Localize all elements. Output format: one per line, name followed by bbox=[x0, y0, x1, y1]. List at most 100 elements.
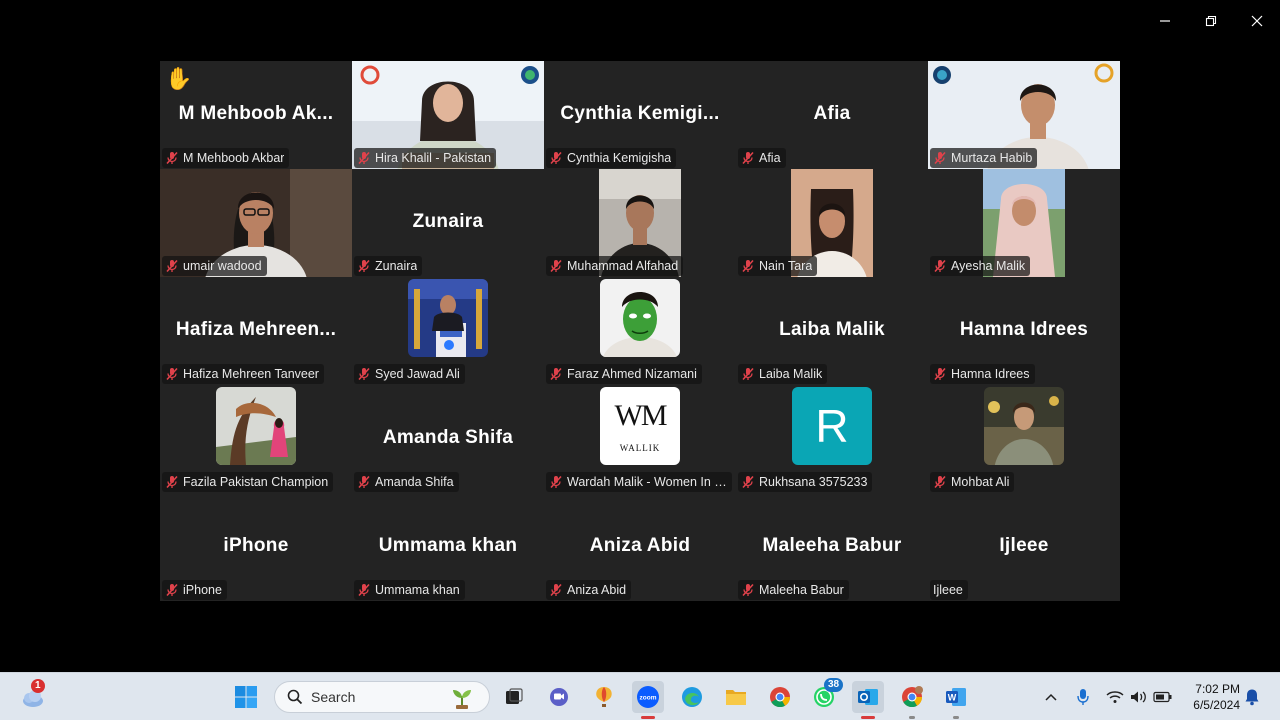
whatsapp-button[interactable]: 38 bbox=[808, 678, 844, 713]
windows-icon bbox=[235, 686, 257, 708]
participant-name-label: Afia bbox=[738, 148, 786, 168]
participant-tile[interactable]: Faraz Ahmed Nizamani bbox=[544, 277, 736, 385]
participant-tile[interactable]: Mohbat Ali bbox=[928, 385, 1120, 493]
file-explorer-button[interactable] bbox=[720, 681, 752, 713]
participant-tile[interactable]: iPhone iPhone bbox=[160, 493, 352, 601]
outlook-button[interactable] bbox=[852, 681, 884, 719]
muted-microphone-icon bbox=[550, 151, 562, 165]
running-indicator bbox=[909, 716, 915, 719]
participant-tile[interactable]: Ijleee Ijleee bbox=[928, 493, 1120, 601]
video-feed bbox=[984, 387, 1064, 465]
participant-tile[interactable]: Afia Afia bbox=[736, 61, 928, 169]
volume-status[interactable] bbox=[1129, 687, 1149, 707]
participant-display-name: Afia bbox=[813, 103, 851, 124]
participant-display-name: M Mehboob Ak... bbox=[178, 103, 334, 124]
search-icon bbox=[287, 689, 303, 705]
participant-name: Fazila Pakistan Champion bbox=[183, 475, 329, 489]
muted-microphone-icon bbox=[166, 259, 178, 273]
muted-microphone-icon bbox=[550, 475, 562, 489]
participant-tile[interactable]: Ummama khan Ummama khan bbox=[352, 493, 544, 601]
participant-name-label: Muhammad Alfahad bbox=[546, 256, 684, 276]
participant-name-label: Ijleee bbox=[930, 580, 968, 600]
start-button[interactable] bbox=[230, 681, 262, 713]
zoom-meeting-window: M Mehboob Ak... ✋ M Mehboob Akbar Hira Kha… bbox=[0, 0, 1280, 720]
svg-text:zoom: zoom bbox=[640, 695, 657, 702]
participant-tile[interactable]: Maleeha Babur Maleeha Babur bbox=[736, 493, 928, 601]
participant-tile[interactable]: WM WALLIK Wardah Malik - Women In C... bbox=[544, 385, 736, 493]
bell-icon bbox=[1245, 689, 1259, 706]
participant-name-label: umair wadood bbox=[162, 256, 267, 276]
participant-tile[interactable]: Murtaza Habib bbox=[928, 61, 1120, 169]
system-clock[interactable]: 7:02 PM 6/5/2024 bbox=[1182, 681, 1240, 713]
participant-tile[interactable]: Muhammad Alfahad bbox=[544, 169, 736, 277]
participant-tile[interactable]: Hafiza Mehreen... Hafiza Mehreen Tanveer bbox=[160, 277, 352, 385]
muted-microphone-icon bbox=[742, 151, 754, 165]
word-button[interactable]: W bbox=[940, 681, 972, 719]
participant-name-label: Hamna Idrees bbox=[930, 364, 1035, 384]
participant-tile[interactable]: Cynthia Kemigi... Cynthia Kemigisha bbox=[544, 61, 736, 169]
restore-button[interactable] bbox=[1200, 10, 1222, 32]
participant-display-name: Hamna Idrees bbox=[959, 319, 1089, 340]
taskbar-search[interactable]: Search bbox=[274, 681, 490, 713]
wifi-icon bbox=[1106, 691, 1124, 703]
participant-name-label: Faraz Ahmed Nizamani bbox=[546, 364, 702, 384]
battery-icon bbox=[1153, 691, 1172, 703]
muted-microphone-icon bbox=[742, 367, 754, 381]
participant-tile[interactable]: Aniza Abid Aniza Abid bbox=[544, 493, 736, 601]
task-view-button[interactable] bbox=[498, 681, 530, 713]
participant-name-label: Maleeha Babur bbox=[738, 580, 849, 600]
participant-name-label: Wardah Malik - Women In C... bbox=[546, 472, 732, 492]
participant-name: Mohbat Ali bbox=[951, 475, 1010, 489]
microphone-status[interactable] bbox=[1073, 687, 1093, 707]
minimize-button[interactable] bbox=[1154, 10, 1176, 32]
search-placeholder: Search bbox=[311, 689, 356, 705]
participant-name: Hamna Idrees bbox=[951, 367, 1030, 381]
chrome-profile-button[interactable] bbox=[896, 681, 928, 719]
participant-name-label: M Mehboob Akbar bbox=[162, 148, 290, 168]
participant-tile[interactable]: Hamna Idrees Hamna Idrees bbox=[928, 277, 1120, 385]
weather-widget[interactable]: 1 bbox=[16, 679, 48, 713]
muted-microphone-icon bbox=[358, 367, 370, 381]
wifi-status[interactable] bbox=[1105, 687, 1125, 707]
participant-display-name: Amanda Shifa bbox=[382, 427, 514, 448]
participant-tile[interactable]: Hira Khalil - Pakistan bbox=[352, 61, 544, 169]
edge-button[interactable] bbox=[676, 681, 708, 713]
muted-microphone-icon bbox=[358, 583, 370, 597]
close-button[interactable] bbox=[1246, 10, 1268, 32]
participant-name: Ummama khan bbox=[375, 583, 460, 597]
participant-tile[interactable]: Syed Jawad Ali bbox=[352, 277, 544, 385]
muted-microphone-icon bbox=[166, 367, 178, 381]
microphone-icon bbox=[1077, 689, 1089, 705]
participant-name-label: Cynthia Kemigisha bbox=[546, 148, 677, 168]
muted-microphone-icon bbox=[550, 259, 562, 273]
notifications-button[interactable] bbox=[1242, 687, 1262, 707]
chat-icon bbox=[550, 688, 568, 706]
participant-tile[interactable]: umair wadood bbox=[160, 169, 352, 277]
participant-tile[interactable]: Amanda Shifa Amanda Shifa bbox=[352, 385, 544, 493]
balloon-app-button[interactable] bbox=[588, 681, 620, 713]
participant-name-label: Rukhsana 3575233 bbox=[738, 472, 873, 492]
chrome-button[interactable] bbox=[764, 681, 796, 713]
participant-tile[interactable]: Fazila Pakistan Champion bbox=[160, 385, 352, 493]
chrome-icon bbox=[902, 686, 923, 708]
participant-tile[interactable]: Ayesha Malik bbox=[928, 169, 1120, 277]
raised-hand-icon: ✋ bbox=[165, 66, 193, 91]
participant-tile[interactable]: Zunaira Zunaira bbox=[352, 169, 544, 277]
participant-name: Wardah Malik - Women In C... bbox=[567, 475, 727, 489]
show-hidden-icons[interactable] bbox=[1041, 687, 1061, 707]
word-icon: W bbox=[946, 688, 966, 706]
participant-display-name: Ummama khan bbox=[378, 535, 518, 556]
participant-tile[interactable]: M Mehboob Ak... ✋ M Mehboob Akbar bbox=[160, 61, 352, 169]
participant-tile[interactable]: R Rukhsana 3575233 bbox=[736, 385, 928, 493]
chrome-icon bbox=[770, 687, 791, 708]
participant-name-label: Ayesha Malik bbox=[930, 256, 1031, 276]
participant-name-label: iPhone bbox=[162, 580, 227, 600]
participant-name-label: Hafiza Mehreen Tanveer bbox=[162, 364, 324, 384]
battery-status[interactable] bbox=[1153, 687, 1173, 707]
participant-name-label: Hira Khalil - Pakistan bbox=[354, 148, 497, 168]
participant-tile[interactable]: Nain Tara bbox=[736, 169, 928, 277]
teams-chat-button[interactable] bbox=[543, 681, 575, 713]
participant-name: Murtaza Habib bbox=[951, 151, 1033, 165]
participant-tile[interactable]: Laiba Malik Laiba Malik bbox=[736, 277, 928, 385]
zoom-app-button[interactable]: zoom bbox=[632, 681, 664, 719]
